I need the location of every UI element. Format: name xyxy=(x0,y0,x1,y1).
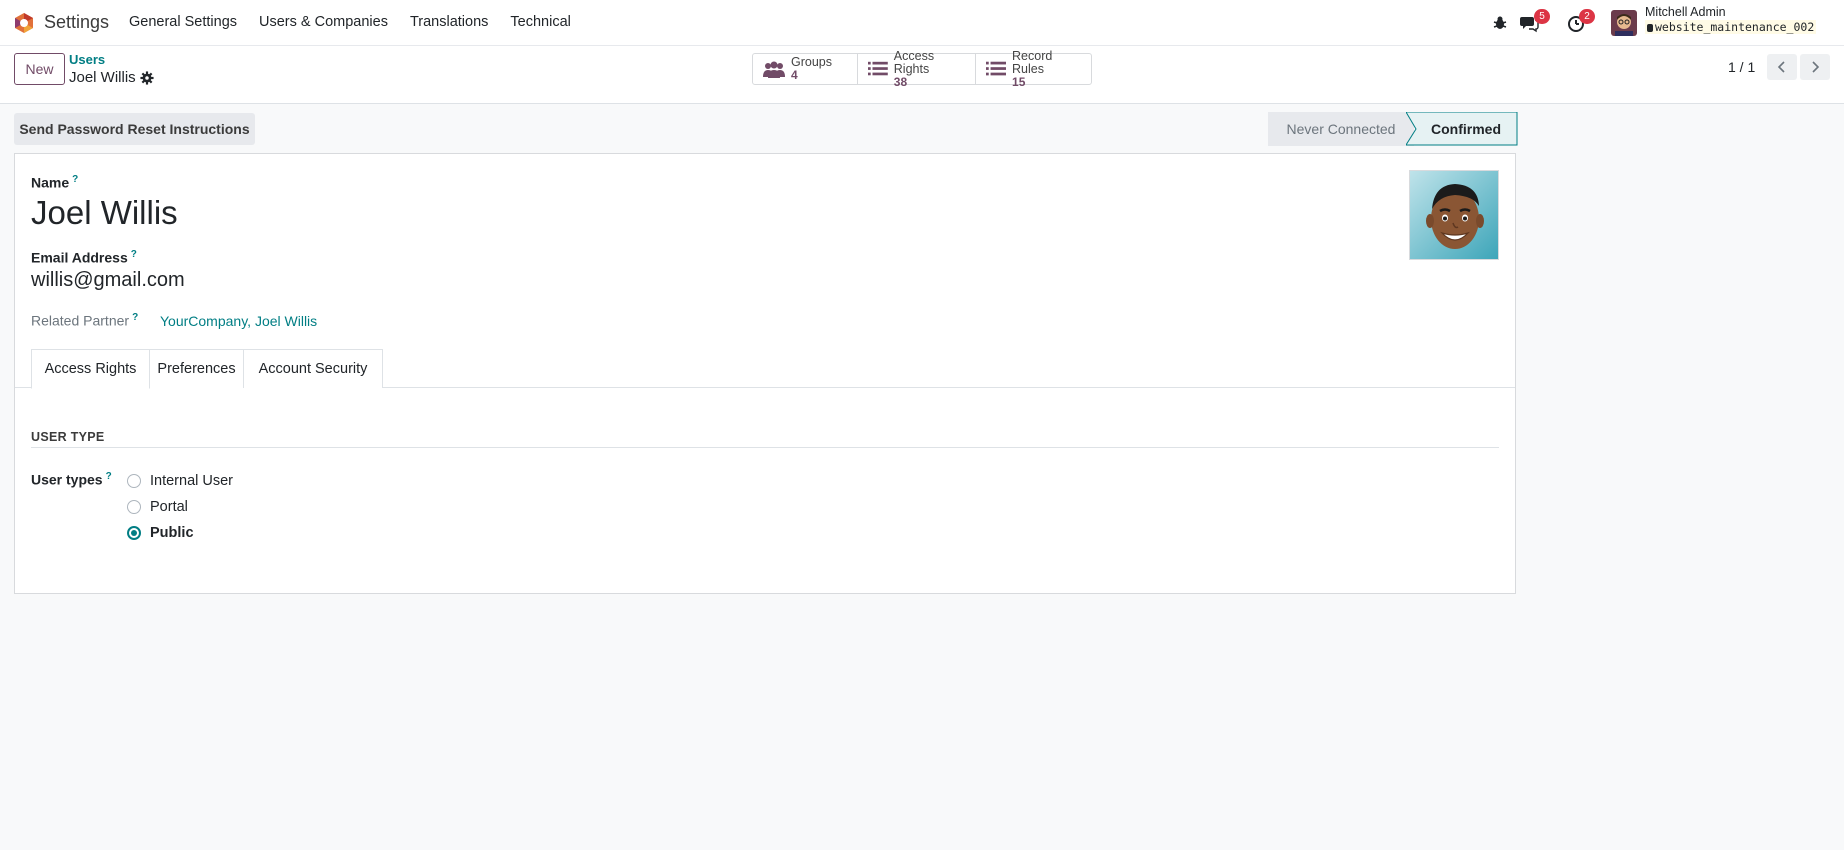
access-rights-smart-button[interactable]: Access Rights 38 xyxy=(858,49,976,88)
control-panel: New Users Joel Willis Groups 4 Access Ri… xyxy=(0,46,1844,104)
breadcrumb-current: Joel Willis xyxy=(69,69,136,86)
bug-icon[interactable] xyxy=(1491,14,1509,32)
user-types-label: User types? xyxy=(31,471,112,488)
groups-smart-button[interactable]: Groups 4 xyxy=(753,54,858,84)
radio-portal[interactable] xyxy=(127,500,141,514)
name-label-text: Name xyxy=(31,174,70,191)
user-avatar[interactable] xyxy=(1611,10,1637,36)
form-sheet: Name? Joel Willis Email Address? willis@… xyxy=(14,153,1516,594)
name-help-icon[interactable]: ? xyxy=(72,174,78,185)
related-partner-label-text: Related Partner xyxy=(31,312,130,329)
tab-account-security[interactable]: Account Security xyxy=(243,349,383,388)
list-icon xyxy=(868,61,888,76)
record-rules-label: Record Rules xyxy=(1012,48,1053,76)
groups-count: 4 xyxy=(791,68,798,82)
notebook-tabs: Access Rights Preferences Account Securi… xyxy=(15,349,1515,389)
tab-access-rights[interactable]: Access Rights xyxy=(31,349,150,389)
user-types-label-text: User types xyxy=(31,471,103,488)
user-type-portal[interactable]: Portal xyxy=(127,499,188,515)
gear-icon[interactable] xyxy=(140,71,154,85)
name-label: Name? xyxy=(31,174,78,191)
email-field[interactable]: willis@gmail.com xyxy=(31,269,185,292)
database-name-text: website_maintenance_002 xyxy=(1655,20,1815,34)
name-field[interactable]: Joel Willis xyxy=(31,194,178,232)
smart-buttons: Groups 4 Access Rights 38 Record Rules 1… xyxy=(752,49,1092,88)
menu-translations[interactable]: Translations xyxy=(410,14,488,30)
radio-internal-user[interactable] xyxy=(127,474,141,488)
radio-public[interactable] xyxy=(127,526,141,540)
database-name: website_maintenance_002 xyxy=(1645,20,1817,34)
partner-help-icon[interactable]: ? xyxy=(132,312,138,323)
related-partner-label: Related Partner? xyxy=(31,312,138,329)
email-label: Email Address? xyxy=(31,249,137,266)
radio-label-portal: Portal xyxy=(150,499,188,515)
breadcrumb-users[interactable]: Users xyxy=(69,52,105,67)
activities-badge: 2 xyxy=(1579,9,1595,24)
menu-users-companies[interactable]: Users & Companies xyxy=(259,14,388,30)
record-rules-count: 15 xyxy=(1012,74,1026,89)
status-never-connected[interactable]: Never Connected xyxy=(1268,112,1414,146)
radio-label-public: Public xyxy=(150,525,194,541)
top-navbar: Settings General Settings Users & Compan… xyxy=(0,0,1844,46)
messages-badge: 5 xyxy=(1534,9,1550,24)
user-photo[interactable] xyxy=(1409,170,1499,260)
new-button[interactable]: New xyxy=(14,53,65,85)
section-title-user-type: USER TYPE xyxy=(31,430,105,444)
odoo-logo-icon[interactable] xyxy=(13,12,35,34)
pager-previous-button[interactable] xyxy=(1767,54,1797,80)
chevron-left-icon xyxy=(1777,61,1785,73)
user-type-internal[interactable]: Internal User xyxy=(127,473,233,489)
database-icon xyxy=(1647,24,1653,32)
chevron-right-icon xyxy=(1812,61,1820,73)
send-password-reset-button[interactable]: Send Password Reset Instructions xyxy=(14,113,255,145)
access-rights-label: Access Rights xyxy=(893,48,935,76)
user-name[interactable]: Mitchell Admin xyxy=(1645,5,1726,19)
menu-general-settings[interactable]: General Settings xyxy=(129,14,237,30)
menu-technical[interactable]: Technical xyxy=(510,14,570,30)
section-divider xyxy=(31,447,1499,448)
record-rules-smart-button[interactable]: Record Rules 15 xyxy=(976,49,1091,88)
email-label-text: Email Address xyxy=(31,249,128,266)
status-confirmed[interactable]: Confirmed xyxy=(1416,112,1516,146)
pager-value[interactable]: 1 / 1 xyxy=(1728,59,1755,75)
pager-next-button[interactable] xyxy=(1800,54,1830,80)
access-rights-count: 38 xyxy=(893,74,908,89)
radio-label-internal-user: Internal User xyxy=(150,473,234,489)
app-name[interactable]: Settings xyxy=(44,12,109,33)
email-help-icon[interactable]: ? xyxy=(131,249,137,260)
users-icon xyxy=(763,61,785,78)
main-menu: General Settings Users & Companies Trans… xyxy=(129,14,593,30)
tab-preferences[interactable]: Preferences xyxy=(149,349,244,388)
user-types-help-icon[interactable]: ? xyxy=(106,471,112,482)
user-type-public[interactable]: Public xyxy=(127,525,194,541)
list-icon xyxy=(986,61,1007,76)
related-partner-link[interactable]: YourCompany, Joel Willis xyxy=(160,313,317,329)
